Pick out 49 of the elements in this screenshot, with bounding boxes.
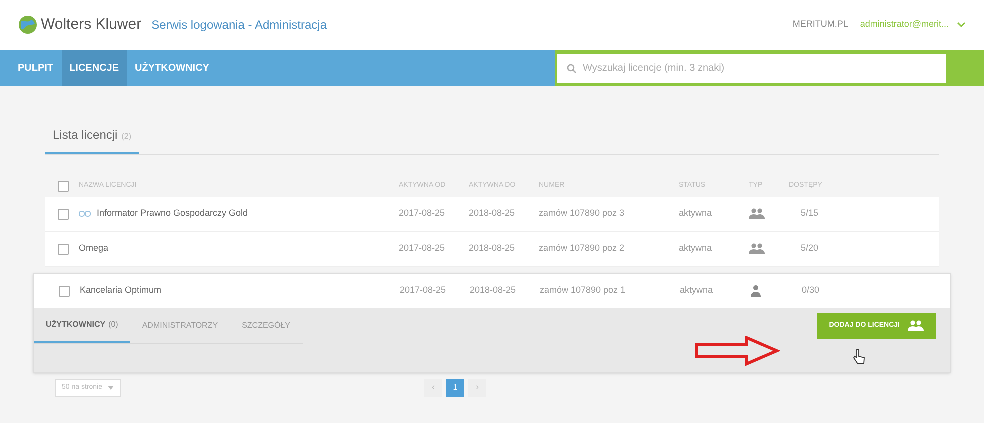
count-label: (2) — [122, 131, 132, 143]
table-cell-text: aktywna — [680, 284, 714, 298]
link-icon — [79, 211, 91, 217]
table-cell-text: 2018-08-25 — [469, 207, 516, 220]
checkbox[interactable] — [58, 180, 69, 192]
checkbox[interactable] — [59, 286, 70, 296]
chevron-down-icon[interactable] — [957, 22, 966, 28]
table-cell-text: aktywna — [679, 242, 714, 256]
search-field[interactable]: Wyszukaj licencje (min. 3 znaki) — [557, 54, 946, 82]
site-link[interactable]: MERITUM.PL — [792, 18, 848, 32]
license-name[interactable]: Informator Prawno Gospodarczy Gold — [97, 207, 248, 221]
table-cell-text: 2017-08-25 — [399, 242, 446, 256]
hand-cursor-icon — [853, 349, 865, 365]
nav-tab[interactable]: PULPIT — [10, 50, 62, 86]
checkbox[interactable] — [58, 244, 69, 254]
group-icon — [749, 208, 765, 220]
table-cell-text: 0/30 — [801, 284, 821, 298]
user-menu[interactable]: administrator@merit... — [860, 18, 949, 32]
page-button[interactable]: 1 — [446, 379, 464, 397]
table-cell-text: 2018-08-25 — [469, 242, 516, 256]
list-tab-label: Lista licencji — [53, 127, 118, 144]
count-label: (0) — [108, 318, 118, 330]
list-tab[interactable]: Lista licencji (2) — [45, 126, 140, 154]
table-cell-text: 2018-08-25 — [470, 284, 518, 298]
table-cell-text: aktywna — [679, 207, 714, 220]
table-cell-text: 2017-08-25 — [400, 284, 448, 298]
next-page-button[interactable]: › — [468, 379, 486, 397]
table-cell-text: 2017-08-25 — [399, 207, 446, 220]
brand-name: Wolters Kluwer — [41, 14, 142, 35]
group-icon — [908, 320, 924, 332]
globe-logo-icon — [18, 15, 38, 35]
checkbox[interactable] — [58, 208, 69, 220]
detail-tab[interactable]: ADMINISTRATORZY — [130, 308, 230, 343]
table-cell-text: 5/15 — [800, 207, 820, 220]
group-icon — [749, 243, 765, 255]
previous-page-button[interactable]: ‹ — [424, 379, 442, 397]
detail-tab[interactable]: UŻYTKOWNICY (0) — [34, 308, 130, 343]
nav-tab[interactable]: UŻYTKOWNICY — [127, 50, 218, 86]
license-name[interactable]: Omega — [79, 242, 109, 256]
detail-tab[interactable]: SZCZEGÓŁY — [230, 308, 303, 343]
caret-icon — [108, 386, 114, 390]
license-name[interactable]: Kancelaria Optimum — [80, 284, 162, 298]
table-cell-text: zamów 107890 poz 1 — [540, 284, 627, 298]
nav-tab[interactable]: LICENCJE — [62, 50, 128, 86]
app-title: Serwis logowania - Administracja — [152, 17, 327, 34]
table-cell-text: zamów 107890 poz 2 — [539, 242, 626, 256]
table-cell-text: zamów 107890 poz 3 — [539, 207, 626, 220]
person-icon — [750, 285, 762, 297]
table-cell-text: 5/20 — [800, 242, 820, 256]
